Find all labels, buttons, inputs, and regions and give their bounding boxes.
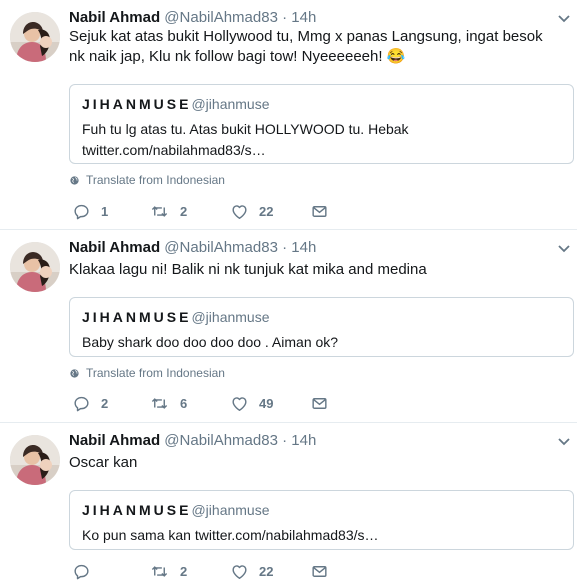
chevron-down-icon[interactable]	[558, 438, 570, 446]
heart-icon	[230, 562, 249, 581]
quoted-text: Baby shark doo doo doo doo . Aiman ok?	[82, 334, 339, 350]
author-handle[interactable]: @NabilAhmad83	[164, 239, 278, 256]
reply-icon	[72, 562, 91, 581]
heart-icon	[230, 202, 249, 221]
retweet-icon	[149, 394, 170, 413]
reply-button[interactable]: 1	[72, 202, 108, 221]
avatar[interactable]	[10, 435, 60, 485]
reply-count: 2	[101, 396, 109, 411]
quoted-text: Fuh tu lg atas tu. Atas bukit HOLLYWOOD …	[82, 121, 409, 158]
separator-dot: ·	[282, 9, 288, 26]
heart-icon	[230, 394, 249, 413]
quoted-author-name: JIHANMUSE	[82, 309, 192, 325]
quoted-tweet[interactable]: JIHANMUSE@jihanmuse Ko pun sama kan twit…	[69, 490, 574, 550]
author-handle[interactable]: @NabilAhmad83	[164, 432, 278, 449]
translate-link[interactable]: Translate from Indonesian	[69, 172, 225, 188]
retweet-button[interactable]: 2	[149, 562, 187, 581]
tweet-time[interactable]: 14h	[291, 432, 316, 449]
retweet-button[interactable]: 2	[149, 202, 187, 221]
quoted-author-name: JIHANMUSE	[82, 96, 192, 112]
quoted-tweet[interactable]: JIHANMUSE@jihanmuse Fuh tu lg atas tu. A…	[69, 84, 574, 164]
reply-count: 1	[101, 204, 109, 219]
tweet-header: Nabil Ahmad @NabilAhmad83 · 14h	[69, 431, 316, 451]
quoted-tweet[interactable]: JIHANMUSE@jihanmuse Baby shark doo doo d…	[69, 297, 574, 357]
tweet-header: Nabil Ahmad @NabilAhmad83 · 14h	[69, 238, 316, 258]
retweet-icon	[149, 562, 170, 581]
like-button[interactable]: 22	[230, 562, 273, 581]
avatar[interactable]	[10, 242, 60, 292]
like-count: 22	[259, 204, 274, 219]
like-button[interactable]: 49	[230, 394, 273, 413]
tweet-header: Nabil Ahmad @NabilAhmad83 · 14h	[69, 8, 316, 28]
author-handle[interactable]: @NabilAhmad83	[164, 9, 278, 26]
direct-message-button[interactable]	[310, 202, 329, 221]
like-count: 22	[259, 564, 274, 579]
author-name[interactable]: Nabil Ahmad	[69, 239, 160, 256]
tweet-item[interactable]: Nabil Ahmad @NabilAhmad83 · 14h Oscar ka…	[0, 423, 577, 578]
chevron-down-icon[interactable]	[558, 245, 570, 253]
mail-icon	[310, 394, 329, 413]
tweet-item[interactable]: Nabil Ahmad @NabilAhmad83 · 14h Klakaa l…	[0, 230, 577, 423]
author-name[interactable]: Nabil Ahmad	[69, 9, 160, 26]
retweet-count: 2	[180, 564, 188, 579]
quoted-author-handle: @jihanmuse	[191, 96, 270, 112]
like-button[interactable]: 22	[230, 202, 273, 221]
translate-label: Translate from Indonesian	[86, 366, 225, 380]
retweet-count: 2	[180, 204, 188, 219]
tweet-text: Klakaa lagu ni! Balik ni nk tunjuk kat m…	[69, 261, 427, 278]
chevron-down-icon[interactable]	[558, 15, 570, 23]
quoted-author-handle: @jihanmuse	[191, 502, 270, 518]
tweet-time[interactable]: 14h	[291, 239, 316, 256]
reply-icon	[72, 202, 91, 221]
globe-icon	[69, 175, 80, 186]
author-name[interactable]: Nabil Ahmad	[69, 432, 160, 449]
quoted-author-name: JIHANMUSE	[82, 502, 192, 518]
mail-icon	[310, 202, 329, 221]
separator-dot: ·	[282, 432, 288, 449]
tweet-time[interactable]: 14h	[291, 9, 316, 26]
retweet-icon	[149, 202, 170, 221]
quoted-author-handle: @jihanmuse	[191, 309, 270, 325]
translate-label: Translate from Indonesian	[86, 173, 225, 187]
reply-button[interactable]: 2	[72, 394, 108, 413]
retweet-count: 6	[180, 396, 188, 411]
quoted-text: Ko pun sama kan twitter.com/nabilahmad83…	[82, 527, 379, 543]
direct-message-button[interactable]	[310, 394, 329, 413]
translate-link[interactable]: Translate from Indonesian	[69, 365, 225, 381]
tweet-text: Sejuk kat atas bukit Hollywood tu, Mmg x…	[69, 28, 543, 65]
globe-icon	[69, 368, 80, 379]
mail-icon	[310, 562, 329, 581]
reply-icon	[72, 394, 91, 413]
direct-message-button[interactable]	[310, 562, 329, 581]
retweet-button[interactable]: 6	[149, 394, 187, 413]
separator-dot: ·	[282, 239, 288, 256]
tweet-text: Oscar kan	[69, 454, 138, 471]
tweet-item[interactable]: Nabil Ahmad @NabilAhmad83 · 14h Sejuk ka…	[0, 0, 577, 230]
like-count: 49	[259, 396, 274, 411]
avatar[interactable]	[10, 12, 60, 62]
reply-button[interactable]	[72, 562, 91, 581]
